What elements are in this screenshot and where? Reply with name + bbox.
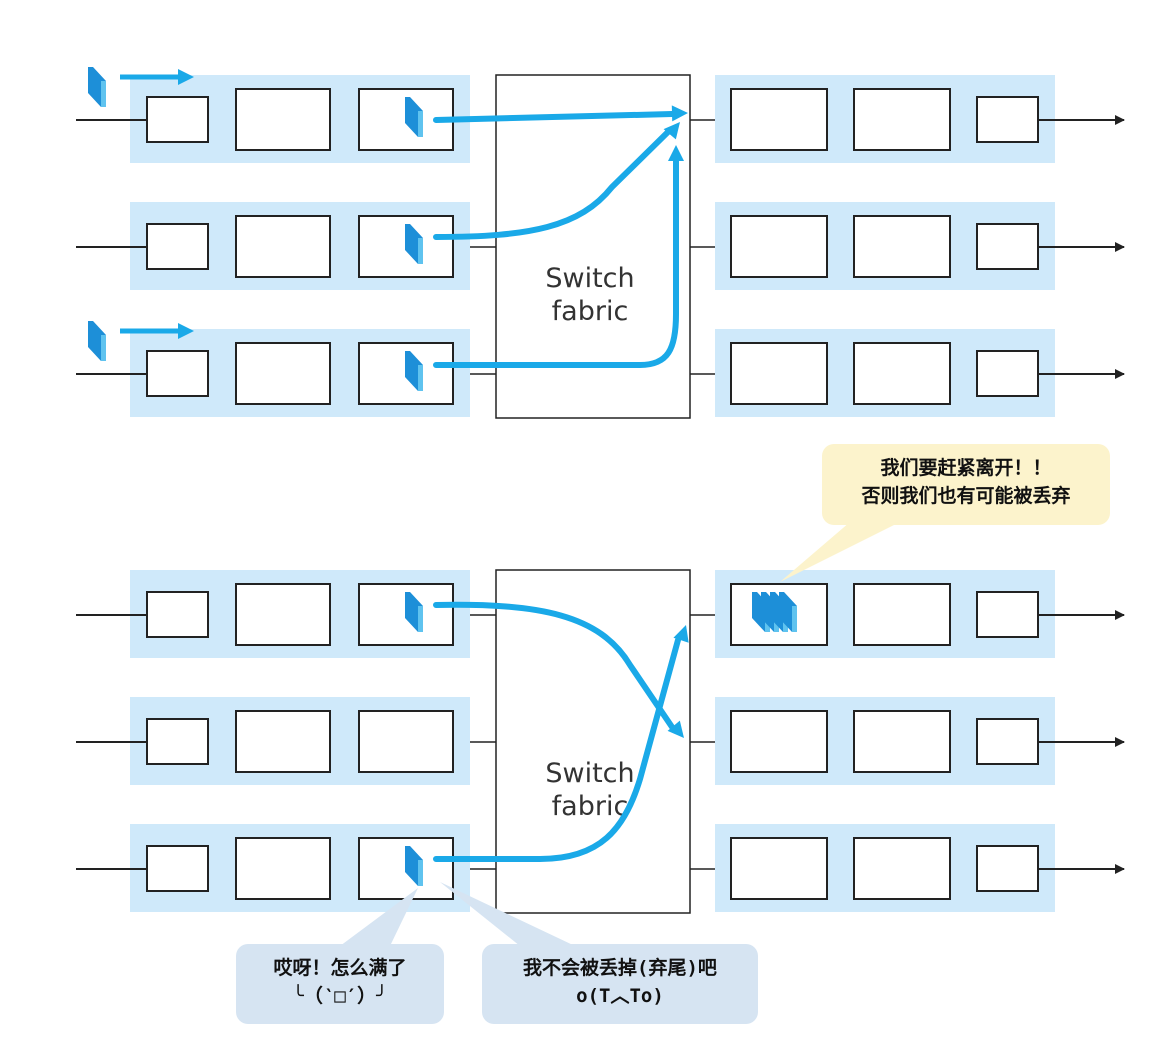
head-packet-edge	[418, 238, 423, 264]
output-queue-slot	[976, 845, 1039, 892]
output-queue-slot	[976, 223, 1039, 270]
output-queue-slot	[853, 215, 951, 278]
output-queue-slot	[853, 342, 951, 405]
queued-packet-edge	[792, 606, 797, 632]
head-packet-edge	[418, 365, 423, 391]
input-queue-slot	[146, 718, 209, 765]
incoming-packet-edge	[101, 81, 106, 107]
input-queue-slot	[235, 215, 331, 278]
input-queue-slot	[146, 845, 209, 892]
input-queue-slot	[235, 342, 331, 405]
input-queue-slot	[235, 837, 331, 900]
bubble-right-line2: o(T︿To)	[576, 985, 664, 1007]
switch-fabric-label-line2: fabric	[552, 791, 629, 822]
bubble-top-line2: 否则我们也有可能被丢弃	[861, 485, 1071, 507]
output-queue-slot	[730, 88, 828, 151]
input-queue-slot	[235, 88, 331, 151]
head-packet-edge	[418, 606, 423, 632]
input-queue-slot	[358, 710, 454, 773]
output-queue-slot	[976, 350, 1039, 397]
panel-top: Switchfabric	[76, 67, 1125, 419]
output-queue-slot	[730, 837, 828, 900]
output-queue-slot	[730, 215, 828, 278]
output-queue-slot	[730, 342, 828, 405]
head-packet-edge	[418, 860, 423, 886]
output-queue-slot	[976, 591, 1039, 638]
output-queue-slot	[853, 710, 951, 773]
input-queue-slot	[146, 591, 209, 638]
input-queue-slot	[146, 223, 209, 270]
bubble-left-line1: 哎呀！怎么满了	[273, 957, 407, 979]
input-queue-slot	[235, 583, 331, 646]
bubble-top-line1: 我们要赶紧离开！！	[880, 457, 1052, 479]
output-queue-slot	[853, 88, 951, 151]
switch-fabric-label-line2: fabric	[552, 296, 629, 327]
speech-bubble-input-full: 哎呀！怎么满了 ╰（‵□′）╯	[236, 944, 444, 1024]
input-queue-slot	[235, 710, 331, 773]
head-packet-edge	[418, 111, 423, 137]
input-queue-slot	[146, 96, 209, 143]
output-queue-slot	[853, 837, 951, 900]
output-queue-slot	[976, 718, 1039, 765]
bubble-right-line1: 我不会被丢掉(弃尾)吧	[523, 957, 717, 979]
bubble-left-line2: ╰（‵□′）╯	[292, 985, 388, 1007]
output-queue-slot	[730, 710, 828, 773]
output-queue-slot	[853, 583, 951, 646]
panel-bottom: Switchfabric	[76, 569, 1125, 914]
output-queue-slot	[976, 96, 1039, 143]
switch-fabric-label-line1: Switch	[545, 263, 634, 294]
switch-fabric-label-line1: Switch	[545, 758, 634, 789]
speech-bubble-tail-drop: 我不会被丢掉(弃尾)吧 o(T︿To)	[482, 944, 758, 1024]
incoming-packet-edge	[101, 335, 106, 361]
input-queue-slot	[146, 350, 209, 397]
speech-bubble-output-queue: 我们要赶紧离开！！ 否则我们也有可能被丢弃	[822, 444, 1110, 525]
